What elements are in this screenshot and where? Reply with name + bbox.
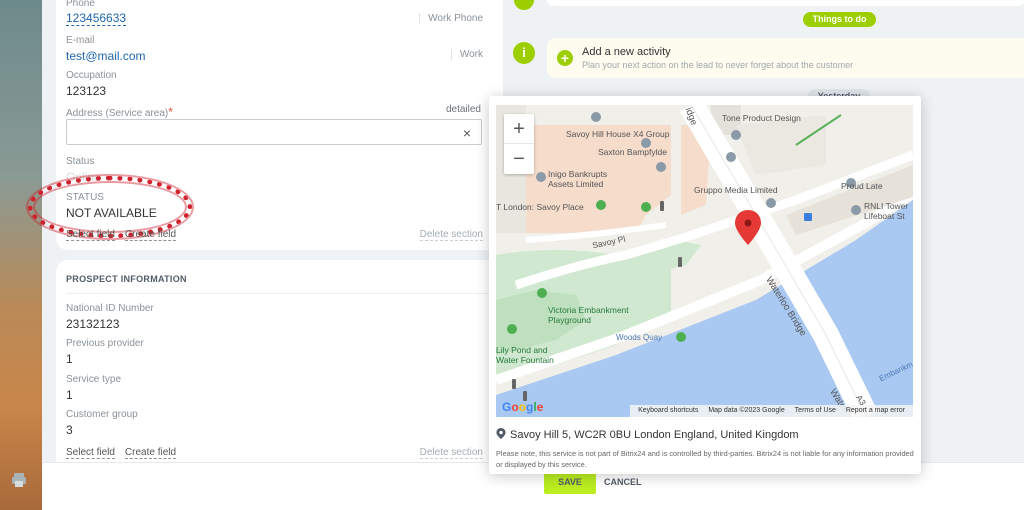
customer-group-field: Customer group 3 bbox=[66, 409, 138, 437]
card-links: Select field Create field bbox=[66, 447, 186, 459]
occupation-label: Occupation bbox=[66, 70, 117, 81]
previous-provider-value: 1 bbox=[66, 352, 73, 366]
section-title: PROSPECT INFORMATION bbox=[66, 274, 187, 284]
map-label: Gruppo Media Limited bbox=[694, 185, 778, 195]
map-label: Inigo Bankrupts Assets Limited bbox=[548, 169, 608, 189]
prospect-info-card: PROSPECT INFORMATION edi National ID Num… bbox=[56, 260, 503, 465]
email-type: Work bbox=[450, 49, 483, 60]
map-address: Savoy Hill 5, WC2R 0BU London England, U… bbox=[496, 428, 799, 441]
status-label: Status bbox=[66, 156, 95, 167]
activity-subtitle: Plan your next action on the lead to nev… bbox=[582, 60, 854, 70]
map-label: Savoy Hill House X4 Group bbox=[566, 129, 670, 139]
service-type-value: 1 bbox=[66, 388, 73, 402]
previous-provider-label: Previous provider bbox=[66, 338, 144, 349]
service-type-field: Service type 1 bbox=[66, 374, 121, 402]
map-data-text: Map data ©2023 Google bbox=[708, 407, 785, 414]
google-logo: Google bbox=[502, 400, 544, 414]
occupation-field: Occupation 123123 bbox=[66, 70, 117, 98]
map-disclaimer: Please note, this service is not part of… bbox=[496, 449, 914, 469]
previous-provider-field: Previous provider 1 bbox=[66, 338, 144, 366]
map-label: Saxton Bampfylde bbox=[598, 147, 667, 157]
card-links: Select field Create field bbox=[66, 229, 186, 241]
activity-title: Add a new activity bbox=[582, 46, 671, 58]
zoom-in-button[interactable]: + bbox=[504, 114, 534, 144]
contact-info-card: Phone 123456633 Work Phone E-mail test@m… bbox=[28, 0, 503, 250]
delete-section-link[interactable]: Delete section bbox=[419, 229, 483, 241]
map-label: Woods Quay bbox=[616, 333, 663, 342]
map-popup: + − Savoy Hill House X4 Group Saxton Bam… bbox=[489, 96, 921, 474]
map-view[interactable]: + − Savoy Hill House X4 Group Saxton Bam… bbox=[496, 105, 913, 417]
map-label: RNLI Tower Lifeboat St bbox=[864, 201, 909, 221]
map-label: Tone Product Design bbox=[722, 113, 801, 123]
map-canvas bbox=[496, 105, 913, 417]
clear-icon[interactable]: × bbox=[463, 125, 471, 141]
service-type-label: Service type bbox=[66, 374, 122, 385]
address-detailed-toggle[interactable]: detailed bbox=[446, 104, 481, 115]
create-field-link[interactable]: Create field bbox=[124, 447, 177, 459]
address-text: Savoy Hill 5, WC2R 0BU London England, U… bbox=[510, 429, 799, 441]
zoom-out-button[interactable]: − bbox=[504, 144, 534, 174]
national-id-value: 23132123 bbox=[66, 317, 120, 331]
email-value[interactable]: test@mail.com bbox=[66, 49, 146, 63]
map-label: Proud Late bbox=[841, 181, 883, 191]
info-icon: i bbox=[513, 42, 535, 64]
create-field-link[interactable]: Create field bbox=[124, 229, 177, 241]
left-background-strip bbox=[0, 0, 42, 510]
email-field: E-mail test@mail.com bbox=[66, 35, 146, 63]
map-label: T London: Savoy Place bbox=[496, 202, 584, 212]
phone-field: Phone 123456633 bbox=[66, 0, 127, 26]
phone-type: Work Phone bbox=[419, 13, 483, 24]
things-to-do-badge: Things to do bbox=[803, 12, 876, 27]
national-id-label: National ID Number bbox=[66, 303, 154, 314]
address-input[interactable]: × bbox=[66, 119, 482, 145]
add-icon[interactable]: + bbox=[557, 50, 573, 66]
location-pin-icon bbox=[496, 428, 506, 439]
customer-group-label: Customer group bbox=[66, 409, 138, 420]
report-error-link[interactable]: Report a map error bbox=[846, 407, 905, 414]
customer-group-value: 3 bbox=[66, 423, 73, 437]
national-id-field: National ID Number 23132123 bbox=[66, 303, 154, 331]
map-label: Victoria Embankment Playground bbox=[548, 305, 629, 325]
select-field-link[interactable]: Select field bbox=[66, 447, 115, 459]
required-mark: * bbox=[168, 105, 173, 119]
terms-link[interactable]: Terms of Use bbox=[795, 407, 836, 414]
phone-value[interactable]: 123456633 bbox=[66, 12, 127, 26]
map-attribution: Keyboard shortcuts Map data ©2023 Google… bbox=[630, 405, 913, 417]
occupation-value: 123123 bbox=[66, 84, 107, 98]
address-label: Address (Service area) bbox=[66, 108, 169, 119]
print-icon[interactable] bbox=[11, 472, 27, 488]
address-label-row: Address (Service area)* bbox=[66, 105, 173, 119]
phone-label: Phone bbox=[66, 0, 95, 9]
zoom-control: + − bbox=[504, 114, 534, 174]
keyboard-shortcuts-link[interactable]: Keyboard shortcuts bbox=[638, 407, 698, 414]
section-divider bbox=[66, 293, 503, 294]
delete-section-link[interactable]: Delete section bbox=[419, 447, 483, 459]
add-activity-card[interactable]: + Add a new activity Plan your next acti… bbox=[547, 38, 1024, 78]
map-label: Lily Pond and Water Fountain bbox=[496, 345, 554, 365]
timeline-top-card bbox=[547, 0, 1024, 6]
email-label: E-mail bbox=[66, 35, 95, 46]
select-field-link[interactable]: Select field bbox=[66, 229, 115, 241]
